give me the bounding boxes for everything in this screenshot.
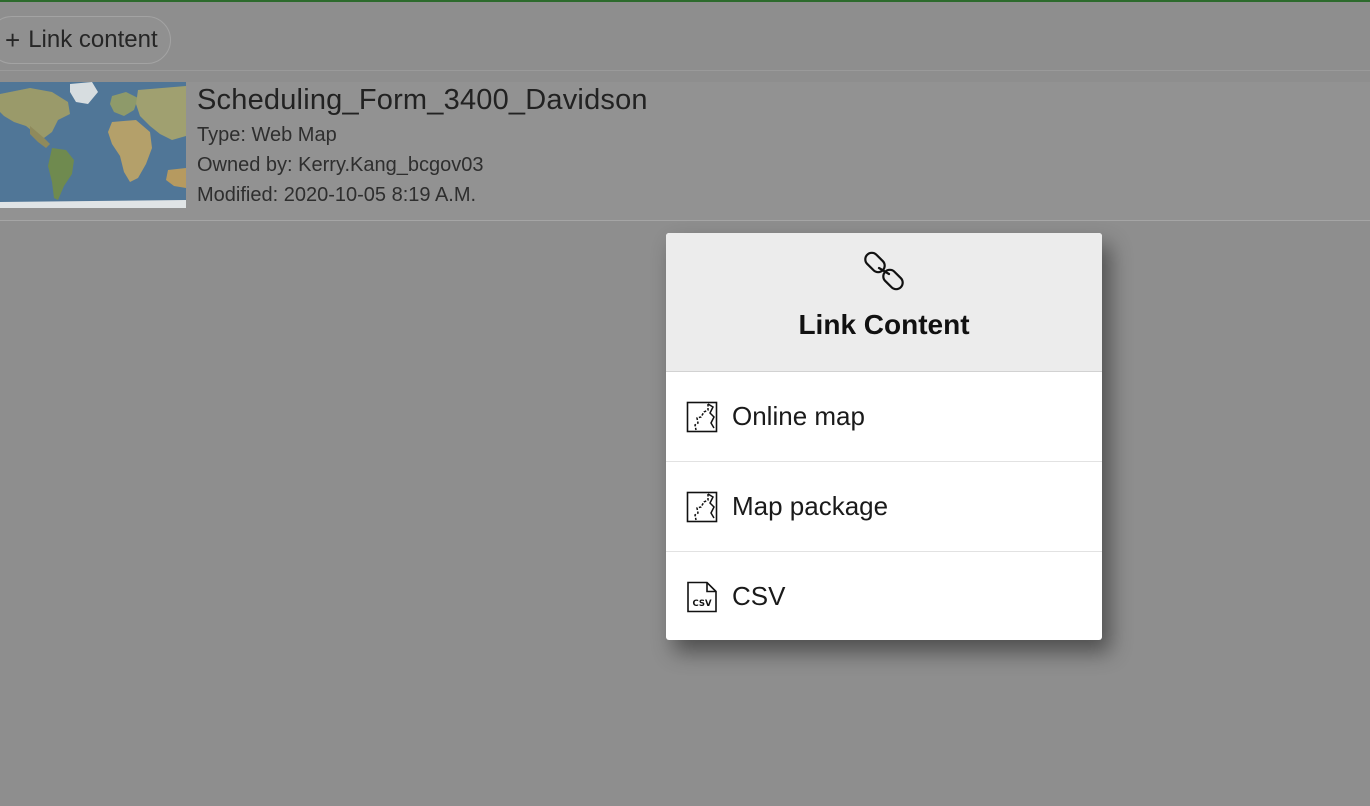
content-item[interactable]: Scheduling_Form_3400_Davidson Type: Web …: [0, 82, 1370, 221]
option-online-map-label: Online map: [732, 401, 865, 431]
dialog-title: Link Content: [798, 309, 970, 340]
option-map-package-label: Map package: [732, 491, 889, 521]
link-content-label: Link content: [28, 26, 158, 53]
dialog-header: Link Content: [666, 233, 1102, 372]
csv-file-icon: CSV: [687, 581, 717, 612]
item-owner: Owned by: Kerry.Kang_bcgov03: [197, 154, 484, 176]
option-csv-label: CSV: [732, 581, 786, 611]
link-icon: [864, 251, 904, 291]
option-map-package[interactable]: Map package: [666, 462, 1102, 552]
link-content-button[interactable]: + Link content: [0, 16, 171, 64]
svg-text:CSV: CSV: [692, 599, 712, 609]
item-modified: Modified: 2020-10-05 8:19 A.M.: [197, 184, 477, 206]
map-icon: [686, 401, 718, 432]
option-csv[interactable]: CSV CSV: [666, 552, 1102, 640]
plus-icon: +: [5, 25, 21, 55]
toolbar: + Link content: [0, 2, 1370, 71]
item-type: Type: Web Map: [197, 124, 337, 146]
item-title[interactable]: Scheduling_Form_3400_Davidson: [197, 84, 648, 117]
map-icon: [686, 491, 718, 522]
link-content-dialog: Link Content Online map Map package CSV …: [666, 233, 1102, 640]
option-online-map[interactable]: Online map: [666, 372, 1102, 462]
world-map-thumbnail: [0, 82, 186, 208]
